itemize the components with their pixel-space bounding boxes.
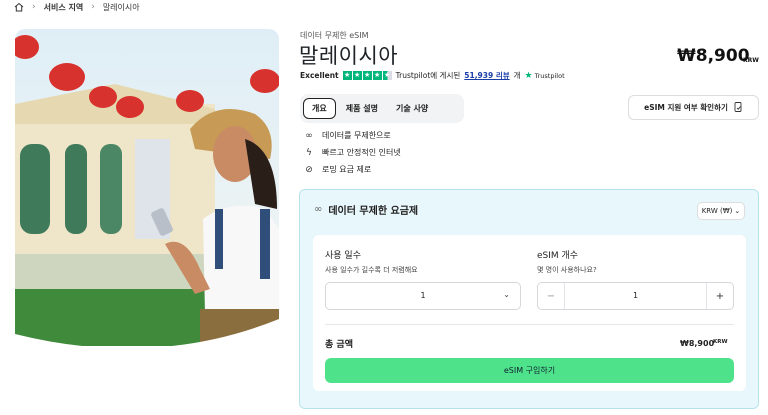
breadcrumb-service-areas[interactable]: 서비스 지역 — [44, 2, 84, 13]
trustpilot-rating: Excellent ★ ★ ★ ★ ★ Trustpilot에 게시된 51,9… — [300, 70, 565, 81]
check-compatibility-label: eSIM 지원 여부 확인하기 — [644, 103, 728, 112]
reviews-suffix: 개 — [513, 71, 521, 80]
price-currency: KRW — [743, 57, 759, 64]
half-star-icon: ★ — [382, 71, 392, 80]
breadcrumb-current: 말레이시아 — [102, 2, 140, 12]
reviews-link[interactable]: 51,939 리뷰 — [464, 70, 509, 81]
feature-item: ⊘ 로밍 요금 제로 — [304, 164, 401, 175]
days-select-value: 1 — [420, 291, 426, 300]
trustpilot-text: Trustpilot에 게시된 — [395, 71, 461, 80]
star-icon: ★ — [342, 71, 352, 80]
days-hint: 사용 일수가 길수록 더 저렴해요 — [325, 266, 418, 274]
infinity-icon: ∞ — [314, 204, 323, 215]
tab-product-description[interactable]: 제품 설명 — [338, 98, 386, 119]
increment-button[interactable]: + — [706, 283, 733, 309]
feature-item: ∞ 데이터를 무제한으로 — [304, 130, 401, 141]
device-check-icon — [734, 101, 743, 114]
decrement-button[interactable]: − — [538, 283, 565, 309]
plan-title-text: 데이터 무제한 요금제 — [328, 206, 419, 217]
esim-count-hint: 몇 명이 사용하나요? — [537, 266, 597, 274]
tab-tech-specs[interactable]: 기술 사양 — [388, 98, 436, 119]
feature-text: 로밍 요금 제로 — [322, 165, 372, 174]
chevron-down-icon: ⌄ — [503, 290, 510, 299]
esim-count-label: eSIM 개수 — [537, 251, 579, 261]
star-icon: ★ — [352, 71, 362, 80]
tab-overview[interactable]: 개요 — [303, 98, 336, 119]
plan-title: ∞ 데이터 무제한 요금제 — [314, 202, 418, 217]
esim-quantity-stepper: − 1 + — [537, 282, 734, 310]
esim-quantity-value[interactable]: 1 — [565, 291, 706, 300]
currency-select-value: KRW (₩) — [701, 207, 733, 215]
no-roaming-icon: ⊘ — [305, 164, 313, 175]
rating-stars: ★ ★ ★ ★ ★ — [342, 71, 392, 80]
rating-label: Excellent — [300, 71, 339, 80]
buy-esim-button[interactable]: eSIM 구입하기 — [325, 358, 734, 383]
feature-text: 빠르고 안정적인 인터넷 — [322, 148, 401, 157]
divider — [325, 324, 734, 325]
chevron-down-icon: ⌄ — [734, 207, 741, 215]
total-currency: KRW — [713, 339, 728, 345]
product-price: ₩8,900 — [677, 46, 750, 66]
star-icon: ★ — [372, 71, 382, 80]
breadcrumb: › 서비스 지역 › 말레이시아 — [14, 0, 140, 14]
plan-options: 사용 일수 사용 일수가 길수록 더 저렴해요 eSIM 개수 몇 명이 사용하… — [313, 235, 746, 391]
chevron-right-icon: › — [91, 2, 95, 12]
trustpilot-star-icon: ★ — [524, 70, 533, 81]
days-label: 사용 일수 — [325, 251, 361, 261]
trustpilot-logo[interactable]: ★ Trustpilot — [525, 71, 565, 81]
home-icon[interactable] — [14, 2, 24, 12]
hero-image — [15, 29, 279, 346]
feature-item: ϟ 빠르고 안정적인 인터넷 — [304, 147, 401, 158]
feature-text: 데이터를 무제한으로 — [322, 131, 391, 140]
total-price: ₩8,900 — [680, 339, 715, 348]
currency-select[interactable]: KRW (₩) ⌄ — [697, 202, 745, 220]
page-title: 말레이시아 — [299, 44, 399, 68]
trustpilot-logo-text: Trustpilot — [534, 71, 565, 80]
feature-list: ∞ 데이터를 무제한으로 ϟ 빠르고 안정적인 인터넷 ⊘ 로밍 요금 제로 — [304, 130, 401, 175]
star-icon: ★ — [362, 71, 372, 80]
check-compatibility-button[interactable]: eSIM 지원 여부 확인하기 — [628, 95, 759, 120]
plan-card: ∞ 데이터 무제한 요금제 KRW (₩) ⌄ 사용 일수 사용 일수가 길수록… — [299, 189, 759, 409]
total-label: 총 금액 — [325, 340, 353, 350]
days-select[interactable]: 1 ⌄ — [325, 282, 521, 310]
buy-esim-label: eSIM 구입하기 — [503, 366, 556, 375]
chevron-right-icon: › — [32, 2, 36, 12]
infinity-icon: ∞ — [305, 130, 313, 141]
product-tabs: 개요 제품 설명 기술 사양 — [300, 94, 464, 123]
lightning-icon: ϟ — [306, 147, 312, 158]
